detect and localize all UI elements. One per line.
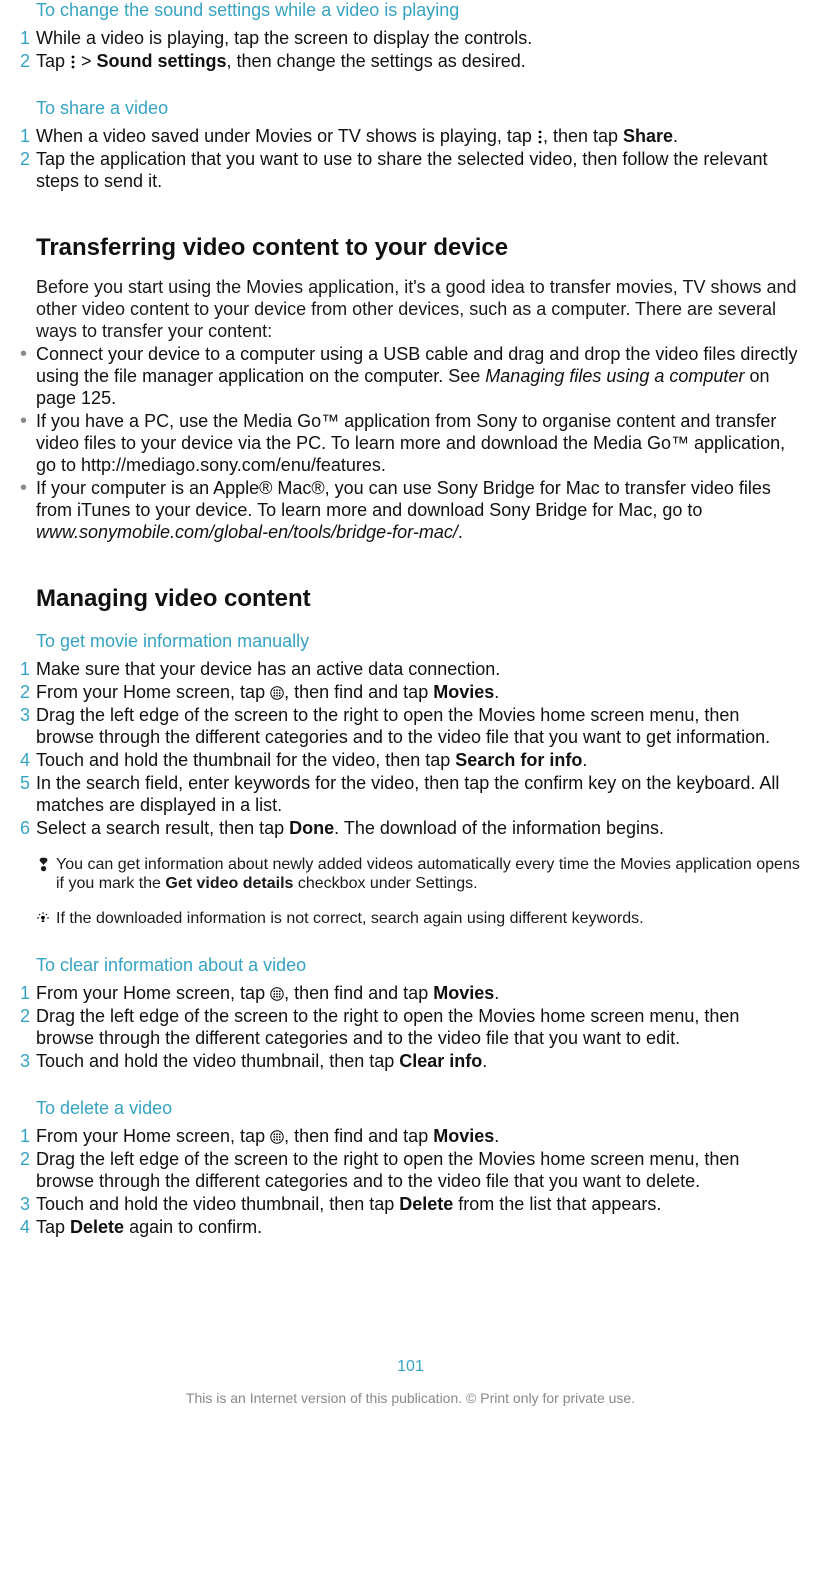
bullet-row: • Connect your device to a computer usin…	[20, 343, 801, 409]
bullet-row: • If you have a PC, use the Media Go™ ap…	[20, 410, 801, 476]
step-text: Select a search result, then tap Done. T…	[36, 817, 801, 839]
step-row: 6 Select a search result, then tap Done.…	[20, 817, 801, 839]
document-page: To change the sound settings while a vid…	[0, 0, 821, 1436]
step-number: 1	[20, 982, 36, 1004]
bullet-text: If you have a PC, use the Media Go™ appl…	[36, 410, 801, 476]
step-text: Tap the application that you want to use…	[36, 148, 801, 192]
step-text: Touch and hold the video thumbnail, then…	[36, 1193, 801, 1215]
step-number: 4	[20, 1216, 36, 1238]
subheading-getinfo: To get movie information manually	[36, 631, 801, 652]
step-number: 6	[20, 817, 36, 839]
subheading-clearinfo: To clear information about a video	[36, 955, 801, 976]
bullet-icon: •	[20, 410, 36, 476]
step-row: 3 Drag the left edge of the screen to th…	[20, 704, 801, 748]
step-number: 3	[20, 704, 36, 748]
step-text: While a video is playing, tap the screen…	[36, 27, 801, 49]
step-text: Drag the left edge of the screen to the …	[36, 1005, 801, 1049]
step-number: 4	[20, 749, 36, 771]
step-text: Tap > Sound settings, then change the se…	[36, 50, 801, 72]
step-row: 4 Tap Delete again to confirm.	[20, 1216, 801, 1238]
step-text: Touch and hold the video thumbnail, then…	[36, 1050, 801, 1072]
subheading-delete: To delete a video	[36, 1098, 801, 1119]
step-text: Touch and hold the thumbnail for the vid…	[36, 749, 801, 771]
heading-transfer: Transferring video content to your devic…	[36, 234, 801, 262]
step-row: 2 From your Home screen, tap , then find…	[20, 681, 801, 703]
step-row: 4 Touch and hold the thumbnail for the v…	[20, 749, 801, 771]
note-row: ❢ You can get information about newly ad…	[36, 855, 801, 893]
bullet-text: If your computer is an Apple® Mac®, you …	[36, 477, 801, 543]
note-text: You can get information about newly adde…	[56, 855, 801, 893]
step-number: 1	[20, 658, 36, 680]
step-number: 3	[20, 1193, 36, 1215]
step-text: From your Home screen, tap , then find a…	[36, 1125, 801, 1147]
step-row: 2 Tap > Sound settings, then change the …	[20, 50, 801, 72]
page-number: 101	[20, 1358, 801, 1376]
lightbulb-icon	[36, 909, 56, 929]
step-number: 1	[20, 1125, 36, 1147]
step-text: Drag the left edge of the screen to the …	[36, 704, 801, 748]
step-row: 1 When a video saved under Movies or TV …	[20, 125, 801, 147]
tip-row: If the downloaded information is not cor…	[36, 909, 801, 929]
step-row: 2 Tap the application that you want to u…	[20, 148, 801, 192]
subheading-sound: To change the sound settings while a vid…	[36, 0, 801, 21]
step-number: 2	[20, 1005, 36, 1049]
step-number: 2	[20, 50, 36, 72]
step-text: Tap Delete again to confirm.	[36, 1216, 801, 1238]
step-number: 2	[20, 1148, 36, 1192]
apps-grid-icon	[270, 686, 284, 700]
paragraph: Before you start using the Movies applic…	[36, 276, 801, 342]
step-row: 1 From your Home screen, tap , then find…	[20, 1125, 801, 1147]
step-row: 5 In the search field, enter keywords fo…	[20, 772, 801, 816]
step-text: In the search field, enter keywords for …	[36, 772, 801, 816]
step-number: 3	[20, 1050, 36, 1072]
tip-text: If the downloaded information is not cor…	[56, 909, 801, 929]
step-text: Make sure that your device has an active…	[36, 658, 801, 680]
step-number: 2	[20, 148, 36, 192]
step-number: 1	[20, 125, 36, 147]
bullet-icon: •	[20, 477, 36, 543]
footer-text: This is an Internet version of this publ…	[20, 1390, 801, 1406]
step-text: When a video saved under Movies or TV sh…	[36, 125, 801, 147]
step-number: 2	[20, 681, 36, 703]
step-row: 3 Touch and hold the video thumbnail, th…	[20, 1050, 801, 1072]
step-row: 1 From your Home screen, tap , then find…	[20, 982, 801, 1004]
step-text: From your Home screen, tap , then find a…	[36, 982, 801, 1004]
step-text: From your Home screen, tap , then find a…	[36, 681, 801, 703]
bullet-icon: •	[20, 343, 36, 409]
apps-grid-icon	[270, 987, 284, 1001]
step-row: 2 Drag the left edge of the screen to th…	[20, 1005, 801, 1049]
heading-manage: Managing video content	[36, 585, 801, 613]
bullet-row: • If your computer is an Apple® Mac®, yo…	[20, 477, 801, 543]
step-number: 1	[20, 27, 36, 49]
apps-grid-icon	[270, 1130, 284, 1144]
step-row: 3 Touch and hold the video thumbnail, th…	[20, 1193, 801, 1215]
bullet-text: Connect your device to a computer using …	[36, 343, 801, 409]
step-row: 2 Drag the left edge of the screen to th…	[20, 1148, 801, 1192]
exclamation-icon: ❢	[36, 855, 56, 893]
subheading-share: To share a video	[36, 98, 801, 119]
step-row: 1 Make sure that your device has an acti…	[20, 658, 801, 680]
step-row: 1 While a video is playing, tap the scre…	[20, 27, 801, 49]
step-text: Drag the left edge of the screen to the …	[36, 1148, 801, 1192]
step-number: 5	[20, 772, 36, 816]
